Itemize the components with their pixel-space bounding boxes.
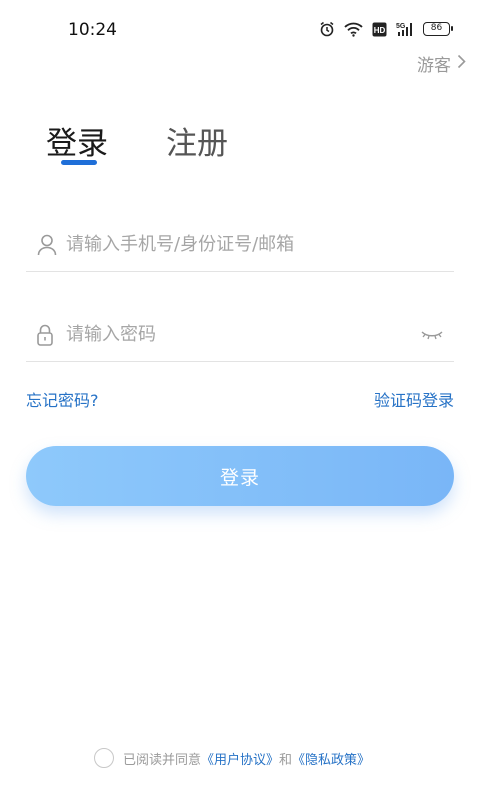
status-icons: HD 5G 86 [319,21,453,37]
guest-label: 游客 [417,56,451,76]
tab-login[interactable]: 登录 [46,118,108,163]
battery-icon: 86 [423,22,453,36]
login-screen: 10:24 HD 5G 86 游客 登录 注册 请输入手机号/身份证号/邮箱 忘… [0,0,480,800]
lock-icon [26,324,66,346]
code-login-link[interactable]: 验证码登录 [374,387,454,411]
tab-active-indicator [61,160,97,165]
wifi-icon [344,22,363,37]
agreement-conjunction: 和 [279,752,293,768]
agreement-row: 已阅读并同意 《用户协议》 和 《隐私政策》 [94,748,370,768]
password-input[interactable] [66,324,410,345]
account-input[interactable] [66,234,454,255]
privacy-policy-link[interactable]: 《隐私政策》 [292,749,370,768]
svg-text:HD: HD [374,26,386,35]
forgot-password-link[interactable]: 忘记密码? [26,387,99,411]
agreement-prefix: 已阅读并同意 [123,752,202,768]
tab-register[interactable]: 注册 [166,118,228,163]
hd-icon: HD [372,22,387,37]
guest-link[interactable]: 游客 [417,51,466,76]
agree-checkbox[interactable] [94,748,114,768]
alarm-icon [319,21,335,37]
account-field [26,218,454,272]
user-agreement-link[interactable]: 《用户协议》 [201,749,279,768]
status-time: 10:24 [68,20,117,40]
login-button[interactable]: 登录 [26,446,454,506]
signal-5g-icon: 5G [396,21,414,37]
eye-closed-icon[interactable] [410,330,454,340]
chevron-right-icon [457,54,466,74]
password-field [26,308,454,362]
status-bar: 10:24 HD 5G 86 [0,0,480,58]
user-icon [26,234,66,256]
svg-text:5G: 5G [396,23,406,30]
